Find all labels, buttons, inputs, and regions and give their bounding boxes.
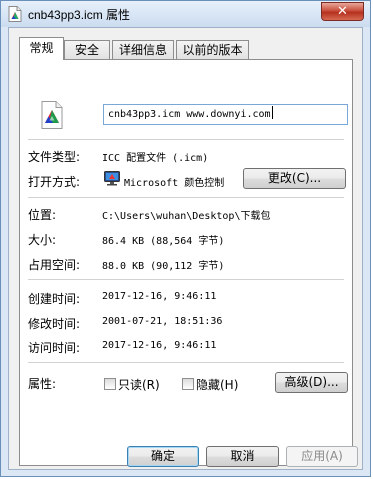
size-on-disk-value: 88.0 KB (90,112 字节) <box>102 261 225 272</box>
separator <box>28 362 344 363</box>
modified-value: 2001-07-21, 18:51:36 <box>102 316 223 327</box>
change-button[interactable]: 更改(C)... <box>243 168 346 189</box>
properties-window: cnb43pp3.icm 属性 ✕ 常规 安全 详细信息 以前的版本 cnb43… <box>0 0 371 477</box>
dialog-body: 常规 安全 详细信息 以前的版本 cnb43pp3.icm www.downyi… <box>8 27 363 470</box>
accessed-label: 访问时间: <box>28 341 81 355</box>
accessed-value: 2017-12-16, 9:46:11 <box>102 340 217 351</box>
open-with-value: Microsoft 颜色控制 <box>124 178 225 189</box>
advanced-button[interactable]: 高级(D)... <box>275 372 348 393</box>
general-panel: cnb43pp3.icm www.downyi.com 文件类型: ICC 配置… <box>19 59 353 466</box>
filename-input[interactable]: cnb43pp3.icm www.downyi.com <box>103 104 348 125</box>
tab-general[interactable]: 常规 <box>19 37 64 60</box>
readonly-checkbox[interactable] <box>104 378 116 390</box>
size-label: 大小: <box>28 233 57 247</box>
readonly-label[interactable]: 只读(R) <box>118 376 160 393</box>
text-cursor <box>271 106 273 119</box>
icm-file-icon <box>41 101 63 129</box>
file-icon <box>8 6 22 22</box>
tab-security[interactable]: 安全 <box>64 40 110 59</box>
title-bar[interactable]: cnb43pp3.icm 属性 ✕ <box>1 1 370 27</box>
size-value: 86.4 KB (88,564 字节) <box>102 236 225 247</box>
open-with-label: 打开方式: <box>28 175 81 189</box>
cancel-button[interactable]: 取消 <box>206 446 279 467</box>
separator <box>28 197 344 198</box>
modified-label: 修改时间: <box>28 317 81 331</box>
tab-details[interactable]: 详细信息 <box>112 40 174 59</box>
monitor-icon <box>104 171 120 186</box>
hidden-checkbox[interactable] <box>182 378 194 390</box>
close-button[interactable]: ✕ <box>321 2 364 21</box>
created-label: 创建时间: <box>28 292 81 306</box>
size-on-disk-label: 占用空间: <box>28 258 81 272</box>
close-icon: ✕ <box>337 4 348 19</box>
location-label: 位置: <box>28 208 57 222</box>
window-title: cnb43pp3.icm 属性 <box>28 8 131 22</box>
tab-previous-versions[interactable]: 以前的版本 <box>176 40 249 59</box>
ok-button[interactable]: 确定 <box>127 446 199 467</box>
location-value: C:\Users\wuhan\Desktop\下载包 <box>102 211 271 222</box>
separator <box>28 279 344 280</box>
separator <box>28 139 344 140</box>
file-type-label: 文件类型: <box>28 150 81 164</box>
hidden-label[interactable]: 隐藏(H) <box>196 376 238 393</box>
attributes-label: 属性: <box>28 377 57 391</box>
filename-text: cnb43pp3.icm www.downyi.com <box>108 109 271 120</box>
created-value: 2017-12-16, 9:46:11 <box>102 291 217 302</box>
apply-button[interactable]: 应用(A) <box>286 446 358 467</box>
file-type-value: ICC 配置文件 (.icm) <box>102 153 209 164</box>
